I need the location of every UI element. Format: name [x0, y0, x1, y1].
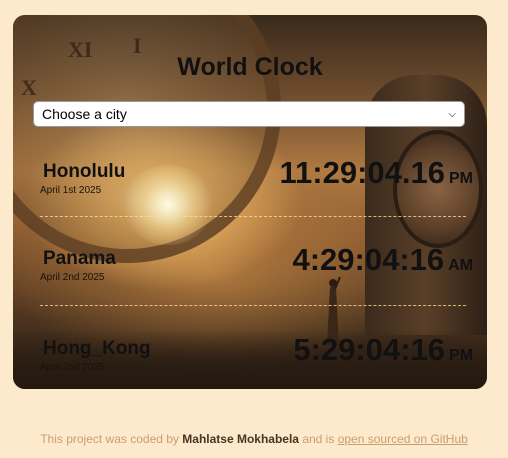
city-time-value: 5:29:04:16 — [293, 332, 445, 367]
city-time: 5:29:04:16 PM — [293, 332, 473, 368]
github-link[interactable]: open sourced on GitHub — [338, 432, 468, 446]
chevron-down-icon: ⌵ — [448, 108, 456, 120]
divider — [40, 305, 466, 306]
author-name: Mahlatse Mokhabela — [182, 432, 299, 446]
city-ampm: PM — [449, 347, 473, 364]
city-date: April 1st 2025 — [40, 185, 102, 196]
city-row: Hong_Kong April 2nd 2025 5:29:04:16 PM — [33, 332, 473, 389]
city-time-value: 11:29:04.16 — [279, 155, 445, 190]
city-name: Panama — [43, 248, 116, 269]
footer: This project was coded by Mahlatse Mokha… — [0, 432, 508, 446]
city-name: Honolulu — [43, 161, 126, 182]
city-name: Hong_Kong — [43, 338, 151, 359]
city-time-value: 4:29:04:16 — [292, 242, 445, 277]
footer-prefix: This project was coded by — [40, 432, 179, 446]
city-select[interactable]: Choose a city ⌵ — [33, 101, 465, 127]
city-time: 4:29:04:16 AM — [292, 242, 473, 278]
city-date: April 2nd 2025 — [40, 362, 105, 373]
city-row: Honolulu April 1st 2025 11:29:04.16 PM — [33, 155, 473, 221]
city-ampm: AM — [448, 257, 473, 274]
city-date: April 2nd 2025 — [40, 272, 105, 283]
city-ampm: PM — [449, 170, 473, 187]
page-title: World Clock — [177, 53, 323, 81]
city-time: 11:29:04.16 PM — [280, 155, 473, 191]
world-clock-card: XI I X World Clock Choose a city ⌵ Honol… — [13, 15, 487, 389]
city-row: Panama April 2nd 2025 4:29:04:16 AM — [33, 242, 473, 308]
divider — [40, 216, 466, 217]
footer-middle: and is — [302, 432, 335, 446]
city-select-value: Choose a city — [42, 106, 127, 122]
